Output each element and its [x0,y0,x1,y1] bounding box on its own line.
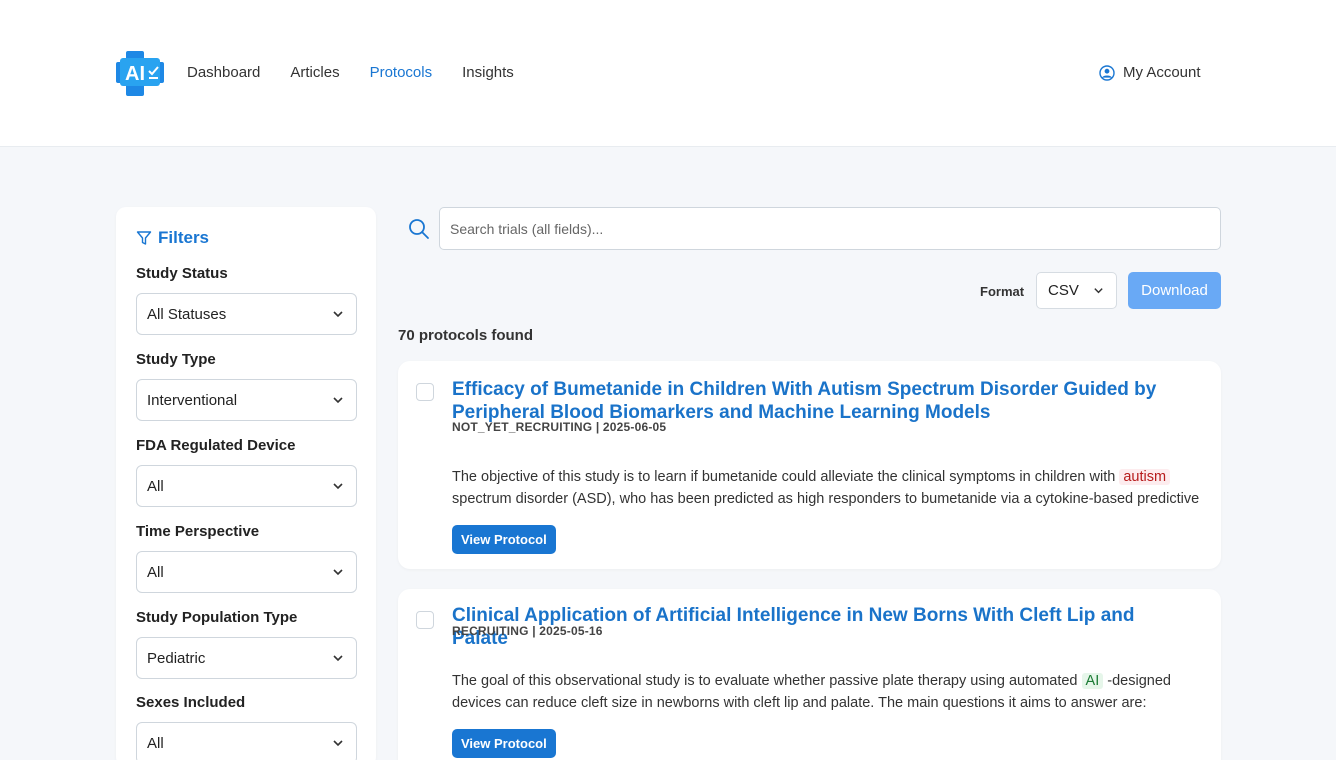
select-checkbox[interactable] [416,383,434,401]
format-value: CSV [1048,282,1079,299]
format-label: Format [980,284,1025,299]
nav-dashboard[interactable]: Dashboard [187,63,260,83]
protocol-meta: NOT_YET_RECRUITING | 2025-06-05 [452,420,667,434]
sexes-included-select[interactable]: All [136,722,357,760]
view-protocol-button[interactable]: View Protocol [452,525,556,554]
description-text: The goal of this observational study is … [452,673,1082,689]
select-value: Interventional [147,391,238,409]
filters-title: Filters [158,228,210,247]
fda-regulated-device-select[interactable]: All [136,465,357,507]
chevron-down-icon [333,311,343,318]
filter-icon [136,231,152,245]
chevron-down-icon [333,655,343,662]
filter-label: Time Perspective [136,523,260,540]
format-select[interactable]: CSV [1036,272,1117,309]
filter-label: FDA Regulated Device [136,437,296,454]
search-highlight: AI [1081,673,1104,689]
filter-study-type: Study Type Interventional [136,351,357,421]
protocol-meta: RECRUITING | 2025-05-16 [452,624,603,638]
nav-protocols[interactable]: Protocols [370,63,433,83]
view-protocol-button[interactable]: View Protocol [452,729,556,758]
chevron-down-icon [333,397,343,404]
filter-label: Study Type [136,351,216,368]
select-value: Pediatric [147,649,206,667]
filter-fda-regulated-device: FDA Regulated Device All [136,437,357,507]
select-value: All [147,734,164,752]
study-status-select[interactable]: All Statuses [136,293,357,335]
user-circle-icon [1099,65,1115,81]
chevron-down-icon [333,483,343,490]
description-text: spectrum disorder (ASD), who has been pr… [452,491,1200,507]
filter-study-population-type: Study Population Type Pediatric [136,609,357,679]
search-highlight: autism [1119,469,1171,485]
filter-label: Study Status [136,265,228,282]
select-value: All Statuses [147,305,227,323]
select-checkbox[interactable] [416,611,434,629]
main-nav: Dashboard Articles Protocols Insights [187,63,544,83]
search-input[interactable] [439,207,1221,250]
chevron-down-icon [1094,288,1103,294]
top-header: AI Dashboard Articles Protocols Insights… [0,0,1336,147]
protocol-description: The goal of this observational study is … [452,670,1202,714]
protocol-card: Clinical Application of Artificial Intel… [398,589,1221,760]
filter-sexes-included: Sexes Included All [136,694,357,760]
filter-label: Study Population Type [136,609,298,626]
chevron-down-icon [333,569,343,576]
time-perspective-select[interactable]: All [136,551,357,593]
filters-heading: Filters [136,228,209,248]
description-text: The objective of this study is to learn … [452,469,1120,485]
nav-articles[interactable]: Articles [290,63,339,83]
download-button[interactable]: Download [1128,272,1221,309]
select-value: All [147,563,164,581]
study-population-type-select[interactable]: Pediatric [136,637,357,679]
filter-label: Sexes Included [136,694,246,711]
account-label: My Account [1123,64,1201,81]
results-count: 70 protocols found [398,327,533,344]
svg-text:AI: AI [125,63,145,85]
protocol-description: The objective of this study is to learn … [452,466,1202,510]
select-value: All [147,477,164,495]
filter-time-perspective: Time Perspective All [136,523,357,593]
chevron-down-icon [333,740,343,747]
study-type-select[interactable]: Interventional [136,379,357,421]
nav-insights[interactable]: Insights [462,63,514,83]
protocol-card: Efficacy of Bumetanide in Children With … [398,361,1221,569]
my-account-link[interactable]: My Account [1099,63,1201,83]
search-icon[interactable] [408,218,430,240]
protocol-title[interactable]: Efficacy of Bumetanide in Children With … [452,378,1172,424]
filters-panel: Filters Study Status All Statuses Study … [116,207,376,760]
filter-study-status: Study Status All Statuses [136,265,357,335]
app-logo[interactable]: AI [116,51,164,96]
